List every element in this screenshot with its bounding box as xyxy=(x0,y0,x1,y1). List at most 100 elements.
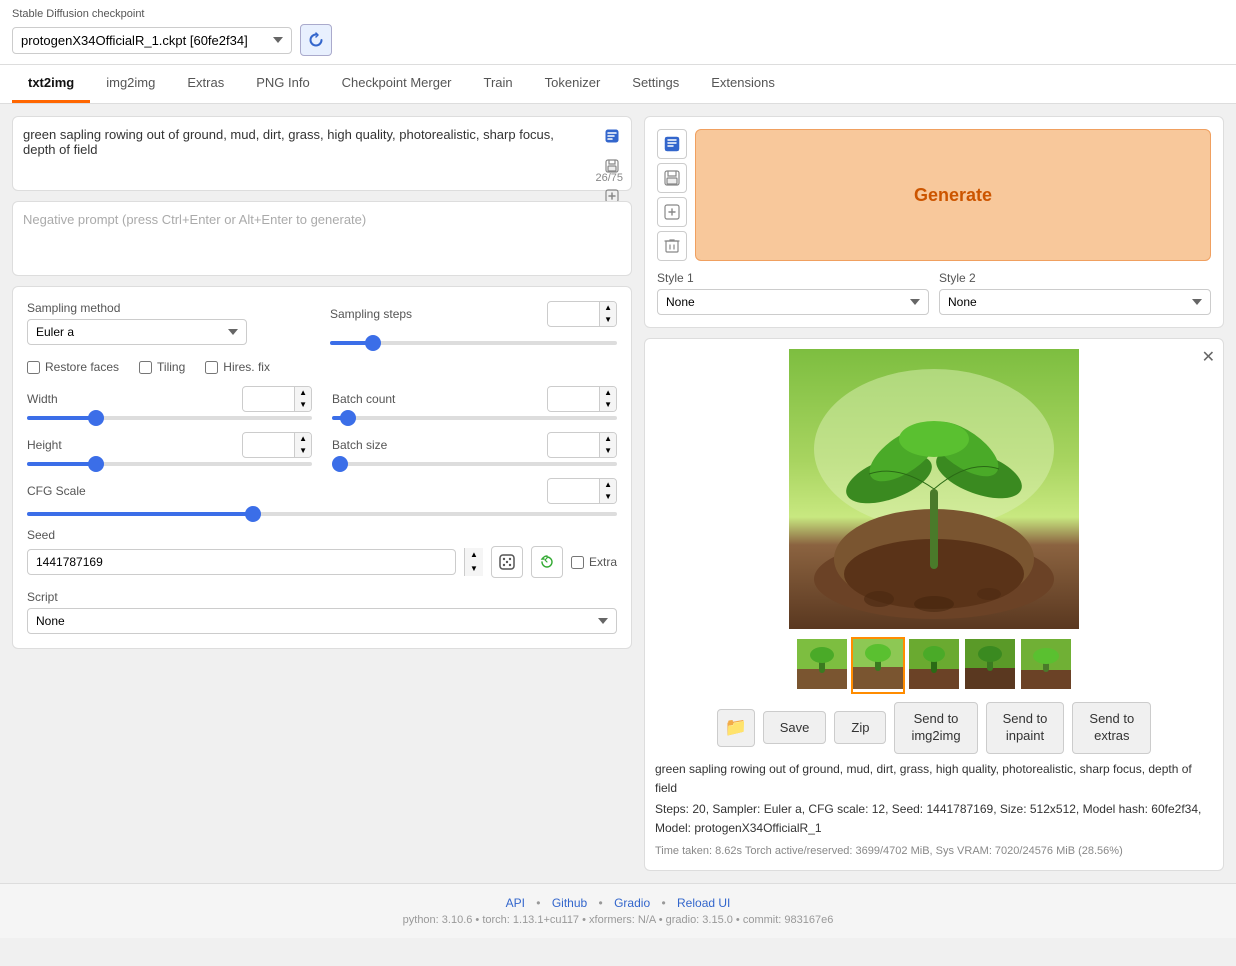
batch-count-group: Batch count 4 ▲ ▼ xyxy=(332,386,617,420)
open-folder-button[interactable]: 📁 xyxy=(717,709,755,747)
batch-size-up-button[interactable]: ▲ xyxy=(600,433,616,445)
seed-recycle-button[interactable] xyxy=(531,546,563,578)
tab-extras[interactable]: Extras xyxy=(171,65,240,103)
thumbnail-4[interactable] xyxy=(965,639,1015,692)
height-slider[interactable] xyxy=(27,462,312,466)
cfg-spinners: ▲ ▼ xyxy=(599,479,616,503)
batch-size-slider[interactable] xyxy=(332,462,617,466)
edit-prompt-button[interactable] xyxy=(599,123,625,149)
script-select[interactable]: None X/Y/Z plot Prompt matrix xyxy=(27,608,617,634)
send-inpaint-button[interactable]: Send toinpaint xyxy=(986,702,1065,754)
sampling-method-select[interactable]: Euler a Euler LMS Heun xyxy=(27,319,247,345)
clear-prompt-button[interactable] xyxy=(657,231,687,261)
seed-down-button[interactable]: ▼ xyxy=(465,562,483,576)
script-section: Script None X/Y/Z plot Prompt matrix xyxy=(27,590,617,634)
hires-fix-checkbox[interactable]: Hires. fix xyxy=(205,360,270,374)
generate-panel: Generate Style 1 None Style 2 None xyxy=(644,116,1224,328)
negative-prompt-input[interactable] xyxy=(13,202,631,272)
sampling-method-label: Sampling method xyxy=(27,301,314,315)
batch-size-value-input[interactable]: 1 xyxy=(548,434,599,456)
api-link[interactable]: API xyxy=(506,896,525,910)
height-up-button[interactable]: ▲ xyxy=(295,433,311,445)
reload-ui-link[interactable]: Reload UI xyxy=(677,896,730,910)
tab-png-info[interactable]: PNG Info xyxy=(240,65,325,103)
seed-section: Seed 1441787169 ▲ ▼ Extra xyxy=(27,528,617,578)
footer-meta: python: 3.10.6 • torch: 1.13.1+cu117 • x… xyxy=(12,914,1224,926)
generate-top: Generate xyxy=(657,129,1211,261)
width-slider[interactable] xyxy=(27,416,312,420)
github-link[interactable]: Github xyxy=(552,896,587,910)
gradio-link[interactable]: Gradio xyxy=(614,896,650,910)
cfg-up-button[interactable]: ▲ xyxy=(600,479,616,491)
thumbnail-3[interactable] xyxy=(909,639,959,692)
zip-button[interactable]: Zip xyxy=(834,711,886,744)
restore-faces-checkbox[interactable]: Restore faces xyxy=(27,360,119,374)
send-extras-button[interactable]: Send toextras xyxy=(1072,702,1151,754)
positive-prompt-input[interactable]: green sapling rowing out of ground, mud,… xyxy=(13,117,631,187)
cfg-input-group: 12 ▲ ▼ xyxy=(547,478,617,504)
cfg-slider[interactable] xyxy=(27,512,617,516)
tab-txt2img[interactable]: txt2img xyxy=(12,65,90,103)
height-input-group: 512 ▲ ▼ xyxy=(242,432,312,458)
divider-3: • xyxy=(661,896,665,910)
thumbnail-5[interactable] xyxy=(1021,639,1071,692)
seed-up-button[interactable]: ▲ xyxy=(465,548,483,562)
cfg-value-input[interactable]: 12 xyxy=(548,480,599,502)
style1-select[interactable]: None xyxy=(657,289,929,315)
footer: API • Github • Gradio • Reload UI python… xyxy=(0,883,1236,938)
cfg-down-button[interactable]: ▼ xyxy=(600,491,616,503)
thumbnail-2[interactable] xyxy=(853,639,903,692)
save-button[interactable]: Save xyxy=(763,711,827,744)
tab-tokenizer[interactable]: Tokenizer xyxy=(529,65,617,103)
generate-button[interactable]: Generate xyxy=(695,129,1211,261)
restore-faces-label: Restore faces xyxy=(45,360,119,374)
width-group: Width 512 ▲ ▼ xyxy=(27,386,312,420)
width-up-button[interactable]: ▲ xyxy=(295,387,311,399)
refresh-checkpoint-button[interactable] xyxy=(300,24,332,56)
close-image-button[interactable]: ✕ xyxy=(1202,347,1215,367)
style2-select[interactable]: None xyxy=(939,289,1211,315)
batch-count-spinners: ▲ ▼ xyxy=(599,387,616,411)
tab-extensions[interactable]: Extensions xyxy=(695,65,791,103)
width-batch-count-row: Width 512 ▲ ▼ Batch count xyxy=(27,386,617,420)
batch-size-spinners: ▲ ▼ xyxy=(599,433,616,457)
seed-spinners: ▲ ▼ xyxy=(464,548,483,576)
send-img2img-button[interactable]: Send toimg2img xyxy=(894,702,977,754)
batch-count-value-input[interactable]: 4 xyxy=(548,388,599,410)
seed-input[interactable]: 1441787169 xyxy=(27,549,456,575)
batch-count-label: Batch count xyxy=(332,392,395,406)
generated-image xyxy=(789,349,1079,629)
width-value-input[interactable]: 512 xyxy=(243,388,294,410)
checkpoint-row: protogenX34OfficialR_1.ckpt [60fe2f34] xyxy=(12,24,1224,56)
tab-img2img[interactable]: img2img xyxy=(90,65,171,103)
save-style-button[interactable] xyxy=(657,163,687,193)
width-spinners: ▲ ▼ xyxy=(294,387,311,411)
steps-value-input[interactable]: 20 xyxy=(548,303,599,325)
footer-links: API • Github • Gradio • Reload UI xyxy=(12,896,1224,910)
width-label: Width xyxy=(27,392,58,406)
folder-icon: 📁 xyxy=(725,717,747,738)
seed-dice-button[interactable] xyxy=(491,546,523,578)
extra-checkbox[interactable]: Extra xyxy=(571,555,617,569)
tab-checkpoint-merger[interactable]: Checkpoint Merger xyxy=(326,65,468,103)
steps-input-group: 20 ▲ ▼ xyxy=(547,301,617,327)
divider-1: • xyxy=(536,896,540,910)
sampling-steps-group: Sampling steps 20 ▲ ▼ xyxy=(330,301,617,348)
style1-label: Style 1 xyxy=(657,271,929,285)
sampling-method-group: Sampling method Euler a Euler LMS Heun xyxy=(27,301,314,348)
parameters-section: Sampling method Euler a Euler LMS Heun S… xyxy=(12,286,632,649)
thumbnail-1[interactable] xyxy=(797,639,847,692)
steps-up-button[interactable]: ▲ xyxy=(600,302,616,314)
output-info: green sapling rowing out of ground, mud,… xyxy=(655,754,1213,860)
tiling-checkbox[interactable]: Tiling xyxy=(139,360,185,374)
tab-settings[interactable]: Settings xyxy=(616,65,695,103)
apply-style-button[interactable] xyxy=(657,197,687,227)
batch-count-up-button[interactable]: ▲ xyxy=(600,387,616,399)
height-value-input[interactable]: 512 xyxy=(243,434,294,456)
steps-down-button[interactable]: ▼ xyxy=(600,314,616,326)
paste-prompt-button[interactable] xyxy=(657,129,687,159)
batch-count-slider[interactable] xyxy=(332,416,617,420)
checkpoint-select[interactable]: protogenX34OfficialR_1.ckpt [60fe2f34] xyxy=(12,27,292,54)
tab-train[interactable]: Train xyxy=(468,65,529,103)
steps-slider[interactable] xyxy=(330,341,617,345)
